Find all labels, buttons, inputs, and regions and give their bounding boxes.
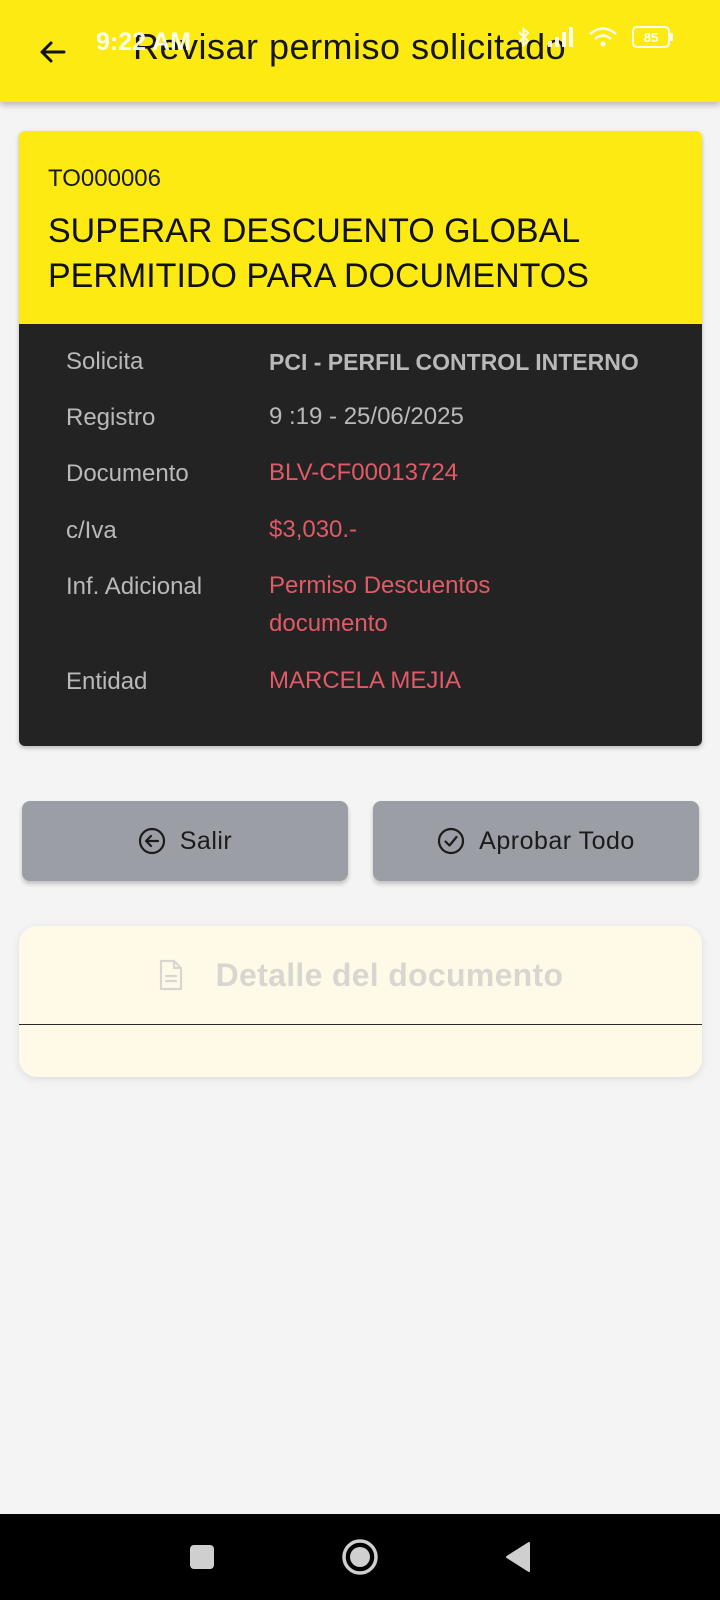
page-title: Revisar permiso solicitado [133,26,567,67]
app-bar: Revisar permiso solicitado [0,0,720,102]
permission-title: SUPERAR DESCUENTO GLOBAL PERMITIDO PARA … [48,212,589,295]
system-nav-bar [0,1514,720,1600]
permission-card-header: TO000006 SUPERAR DESCUENTO GLOBAL PERMIT… [19,131,702,324]
recents-button[interactable] [180,1514,224,1600]
value-entidad: MARCELA MEJIA [269,667,462,694]
value-iva: $3,030.- [269,516,358,543]
circle-arrow-left-icon [138,827,165,855]
home-button[interactable] [338,1514,382,1600]
document-detail-title: Detalle del documento [215,956,564,993]
label-solicita: Solicita [66,348,144,375]
circle-check-icon [438,827,465,855]
exit-button[interactable]: Salir [22,801,348,881]
label-iva: c/Iva [66,517,117,544]
permission-code: TO000006 [48,165,161,192]
home-circle-icon [342,1539,378,1575]
approve-all-button[interactable]: Aprobar Todo [373,801,699,881]
value-solicita: PCI - PERFIL CONTROL INTERNO [269,349,639,375]
triangle-back-icon [506,1542,530,1572]
back-nav-button[interactable] [496,1514,540,1600]
label-inf-adicional: Inf. Adicional [66,573,203,600]
square-icon [190,1545,214,1569]
label-registro: Registro [66,404,156,431]
value-documento: BLV-CF00013724 [269,459,459,486]
value-registro: 9 :19 - 25/06/2025 [269,403,464,430]
value-inf-adicional: Permiso Descuentos documento [269,572,491,637]
label-entidad: Entidad [66,668,148,695]
document-icon [159,959,182,991]
permission-card: TO000006 SUPERAR DESCUENTO GLOBAL PERMIT… [19,131,702,746]
arrow-left-icon [40,41,66,63]
permission-details: Solicita PCI - PERFIL CONTROL INTERNO Re… [19,324,702,746]
exit-button-label: Salir [179,826,233,855]
document-detail-header[interactable]: Detalle del documento [19,926,702,1025]
label-documento: Documento [66,460,189,487]
back-button[interactable] [30,30,74,74]
approve-all-button-label: Aprobar Todo [479,826,635,855]
document-detail-panel: Detalle del documento [19,926,702,1077]
